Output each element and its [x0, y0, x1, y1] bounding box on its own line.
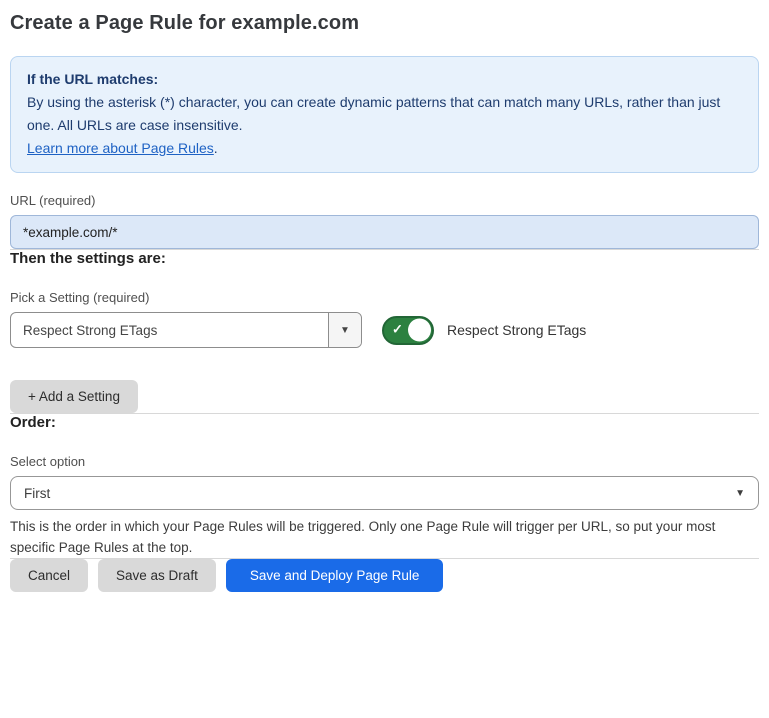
settings-section-heading: Then the settings are: [10, 250, 759, 267]
info-box-body: By using the asterisk (*) character, you… [27, 91, 742, 137]
order-help-text: This is the order in which your Page Rul… [10, 516, 759, 558]
setting-select-value: Respect Strong ETags [11, 313, 328, 347]
page-title: Create a Page Rule for example.com [10, 12, 759, 35]
check-icon: ✓ [392, 322, 403, 338]
order-select-label: Select option [10, 454, 759, 469]
setting-row: Respect Strong ETags ▼ ✓ Respect Strong … [10, 312, 759, 348]
link-period: . [214, 140, 218, 156]
toggle-label: Respect Strong ETags [447, 322, 586, 338]
toggle-knob [408, 319, 431, 342]
setting-toggle-group: ✓ Respect Strong ETags [382, 316, 586, 345]
order-select[interactable]: First ▼ [10, 476, 759, 510]
order-section-heading: Order: [10, 414, 759, 431]
learn-more-link[interactable]: Learn more about Page Rules [27, 140, 214, 156]
setting-select[interactable]: Respect Strong ETags ▼ [10, 312, 362, 348]
cancel-button[interactable]: Cancel [10, 559, 88, 592]
url-input[interactable] [10, 215, 759, 249]
respect-strong-etags-toggle[interactable]: ✓ [382, 316, 434, 345]
setting-select-arrow-button[interactable]: ▼ [328, 313, 361, 347]
add-setting-button[interactable]: + Add a Setting [10, 380, 138, 413]
footer-actions: Cancel Save as Draft Save and Deploy Pag… [10, 559, 759, 592]
info-box-heading: If the URL matches: [27, 68, 742, 91]
setting-picker-label: Pick a Setting (required) [10, 290, 759, 305]
url-field-label: URL (required) [10, 193, 759, 208]
order-select-value: First [24, 486, 50, 501]
info-box-link-line: Learn more about Page Rules. [27, 137, 742, 160]
save-as-draft-button[interactable]: Save as Draft [98, 559, 216, 592]
chevron-down-icon: ▼ [340, 325, 350, 336]
save-and-deploy-button[interactable]: Save and Deploy Page Rule [226, 559, 444, 592]
url-match-info-box: If the URL matches: By using the asteris… [10, 56, 759, 173]
chevron-down-icon: ▼ [735, 488, 745, 499]
